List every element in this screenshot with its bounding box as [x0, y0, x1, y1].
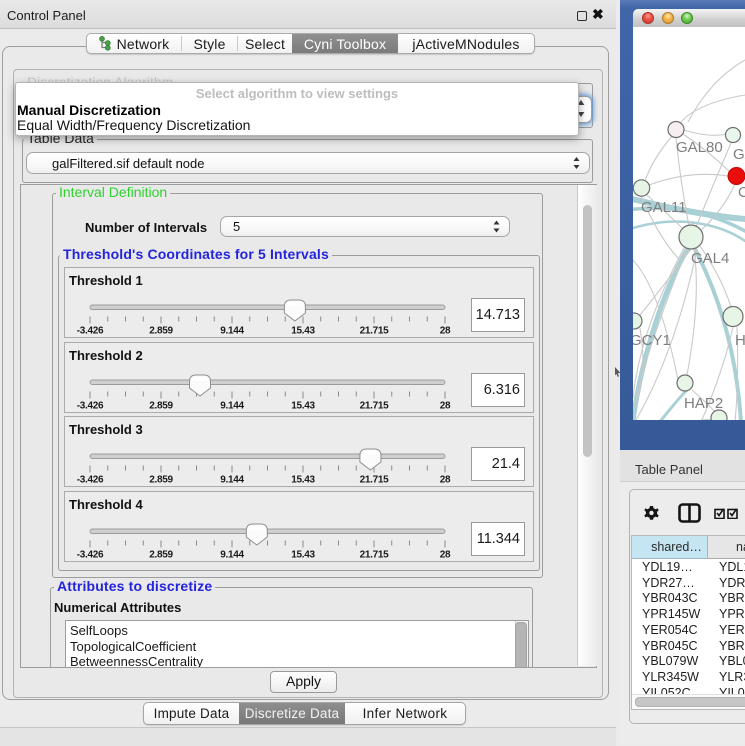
- svg-text:HAP2: HAP2: [684, 395, 723, 412]
- svg-text:GAL80: GAL80: [676, 139, 723, 156]
- svg-text:H: H: [735, 332, 745, 349]
- svg-text:GCY1: GCY1: [633, 332, 671, 349]
- svg-text:GA: GA: [733, 146, 745, 163]
- svg-text:GAL11: GAL11: [641, 199, 687, 216]
- svg-text:GAL4: GAL4: [691, 250, 729, 267]
- svg-text:C: C: [738, 184, 745, 201]
